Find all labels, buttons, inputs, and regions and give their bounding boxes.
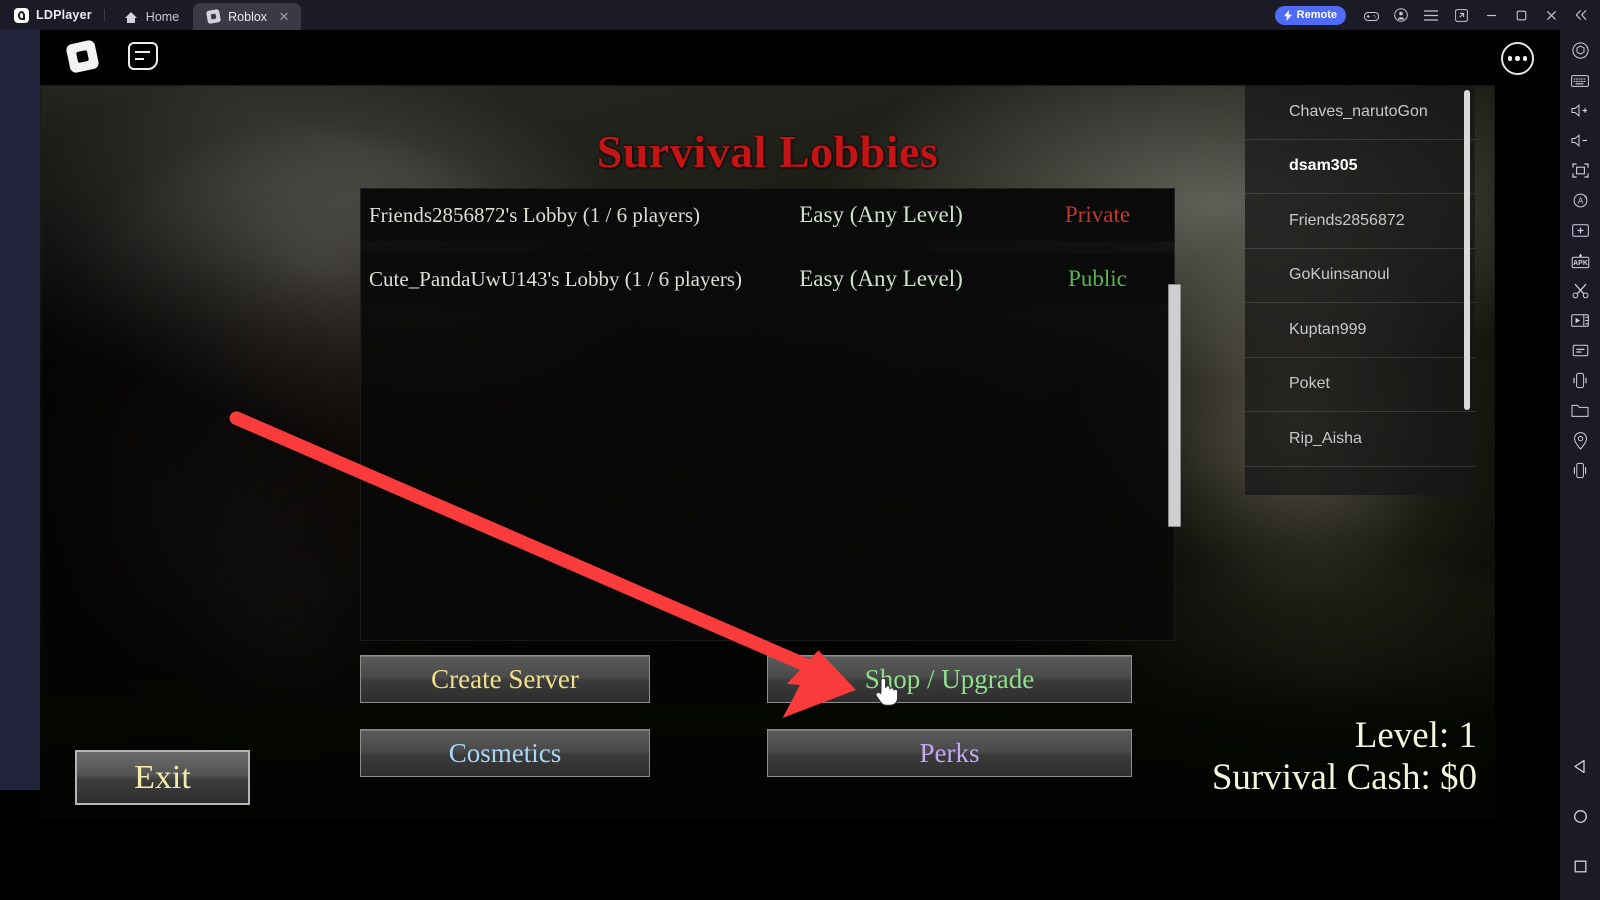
more-options-icon[interactable] bbox=[1501, 42, 1534, 75]
video-record-icon[interactable] bbox=[1563, 306, 1597, 335]
rotate-icon[interactable]: A bbox=[1563, 186, 1597, 215]
tab-roblox[interactable]: Roblox ✕ bbox=[193, 3, 302, 30]
list-item[interactable]: Kuptan999 bbox=[1245, 303, 1475, 358]
player-stats: Level: 1 Survival Cash: $0 bbox=[1212, 715, 1477, 799]
lobby-difficulty: Easy (Any Level) bbox=[799, 266, 963, 291]
game-viewport: Survival Lobbies Friends2856872's Lobby … bbox=[40, 85, 1495, 820]
survival-cash-text: Survival Cash: $0 bbox=[1211, 757, 1477, 798]
screenshot-icon[interactable] bbox=[1563, 216, 1597, 245]
dot bbox=[1522, 56, 1528, 61]
brand-divider bbox=[103, 8, 105, 22]
list-item[interactable]: Friends2856872 bbox=[1245, 194, 1475, 249]
list-item[interactable]: Chaves_narutoGon bbox=[1245, 85, 1475, 140]
tab-home[interactable]: Home bbox=[111, 4, 193, 30]
android-screen: Survival Lobbies Friends2856872's Lobby … bbox=[40, 30, 1560, 900]
dot bbox=[1507, 56, 1513, 61]
ldplayer-window: LDPlayer Home Roblox ✕ Remote Survival L… bbox=[0, 0, 1600, 900]
file-manager-icon[interactable] bbox=[1563, 396, 1597, 425]
player-list-scrollbar[interactable] bbox=[1464, 90, 1470, 410]
shop-upgrade-label: Shop / Upgrade bbox=[864, 663, 1035, 694]
list-item[interactable]: Rip_Aisha bbox=[1245, 412, 1475, 467]
app-brand-label: LDPlayer bbox=[36, 8, 92, 22]
chat-icon[interactable] bbox=[128, 42, 158, 70]
android-nav-bar bbox=[1560, 730, 1600, 900]
roblox-logo-icon[interactable] bbox=[65, 39, 100, 74]
lobby-visibility: Private bbox=[1064, 202, 1131, 227]
exit-button[interactable]: Exit bbox=[75, 750, 250, 805]
lobby-row-gap bbox=[361, 241, 1174, 253]
close-icon[interactable] bbox=[1536, 0, 1566, 30]
svg-text:A: A bbox=[1577, 197, 1583, 206]
account-icon[interactable] bbox=[1386, 0, 1416, 30]
lobby-row[interactable]: Cute_PandaUwU143's Lobby (1 / 6 players)… bbox=[361, 253, 1174, 305]
dot bbox=[1515, 56, 1520, 61]
screen-letterbox bbox=[40, 820, 1560, 900]
tab-roblox-label: Roblox bbox=[228, 9, 268, 24]
shop-upgrade-button[interactable]: Shop / Upgrade bbox=[767, 655, 1132, 703]
lobby-name: Cute_PandaUwU143's Lobby (1 / 6 players) bbox=[369, 266, 742, 291]
shake-icon[interactable] bbox=[1563, 366, 1597, 395]
menu-icon[interactable] bbox=[1416, 0, 1446, 30]
multi-instance-icon[interactable] bbox=[1563, 336, 1597, 365]
settings-icon[interactable] bbox=[1563, 36, 1597, 65]
create-server-label: Create Server bbox=[431, 663, 579, 694]
list-item[interactable]: GoKuinsanoul bbox=[1245, 249, 1475, 303]
left-frame-strip bbox=[0, 30, 40, 790]
svg-text:APK: APK bbox=[1573, 260, 1588, 267]
minimize-icon[interactable] bbox=[1476, 0, 1506, 30]
back-icon[interactable] bbox=[1563, 752, 1597, 780]
tab-home-label: Home bbox=[145, 10, 180, 24]
location-icon[interactable] bbox=[1563, 426, 1597, 455]
keyboard-icon[interactable] bbox=[1563, 66, 1597, 95]
home-icon bbox=[124, 11, 138, 23]
left-frame-pad bbox=[0, 790, 40, 900]
remote-button[interactable]: Remote bbox=[1274, 5, 1346, 25]
ldplayer-logo-icon bbox=[14, 7, 29, 23]
maximize-icon[interactable] bbox=[1506, 0, 1536, 30]
list-item[interactable]: dsam305 bbox=[1245, 140, 1475, 194]
perks-button[interactable]: Perks bbox=[767, 729, 1132, 777]
volume-up-icon[interactable] bbox=[1563, 96, 1597, 125]
roblox-topbar bbox=[40, 30, 1560, 85]
fullscreen-icon[interactable] bbox=[1563, 156, 1597, 185]
close-icon[interactable]: ✕ bbox=[277, 9, 291, 24]
exit-label: Exit bbox=[134, 758, 191, 796]
player-list[interactable]: Chaves_narutoGon dsam305 Friends2856872 … bbox=[1245, 85, 1475, 495]
install-apk-icon[interactable]: APK bbox=[1563, 246, 1597, 275]
titlebar: LDPlayer Home Roblox ✕ Remote bbox=[0, 0, 1600, 30]
collapse-sidebar-icon[interactable] bbox=[1566, 0, 1596, 30]
perks-label: Perks bbox=[919, 737, 980, 768]
level-text: Level: 1 bbox=[1354, 715, 1477, 756]
remote-button-label: Remote bbox=[1296, 9, 1337, 21]
volume-down-icon[interactable] bbox=[1563, 126, 1597, 155]
cosmetics-label: Cosmetics bbox=[448, 737, 562, 768]
lobby-difficulty: Easy (Any Level) bbox=[799, 202, 963, 227]
cosmetics-button[interactable]: Cosmetics bbox=[360, 729, 650, 777]
list-item[interactable]: Poket bbox=[1245, 358, 1475, 412]
recents-icon[interactable] bbox=[1563, 852, 1597, 880]
restore-window-icon[interactable] bbox=[1446, 0, 1476, 30]
home-icon[interactable] bbox=[1563, 802, 1597, 830]
roblox-icon bbox=[206, 8, 222, 25]
lobby-row[interactable]: Friends2856872's Lobby (1 / 6 players) E… bbox=[361, 189, 1174, 241]
app-brand: LDPlayer bbox=[0, 0, 104, 30]
lobby-list[interactable]: Friends2856872's Lobby (1 / 6 players) E… bbox=[360, 188, 1175, 641]
lobby-name: Friends2856872's Lobby (1 / 6 players) bbox=[369, 202, 700, 227]
virtual-phone-icon[interactable] bbox=[1563, 456, 1597, 485]
lobby-visibility: Public bbox=[1068, 266, 1127, 291]
scissors-icon[interactable] bbox=[1563, 276, 1597, 305]
lobby-list-scrollbar[interactable] bbox=[1168, 284, 1181, 527]
create-server-button[interactable]: Create Server bbox=[360, 655, 650, 703]
bolt-icon bbox=[1283, 9, 1292, 21]
window-controls: Remote bbox=[1274, 0, 1600, 30]
gamepad-icon[interactable] bbox=[1356, 0, 1386, 30]
